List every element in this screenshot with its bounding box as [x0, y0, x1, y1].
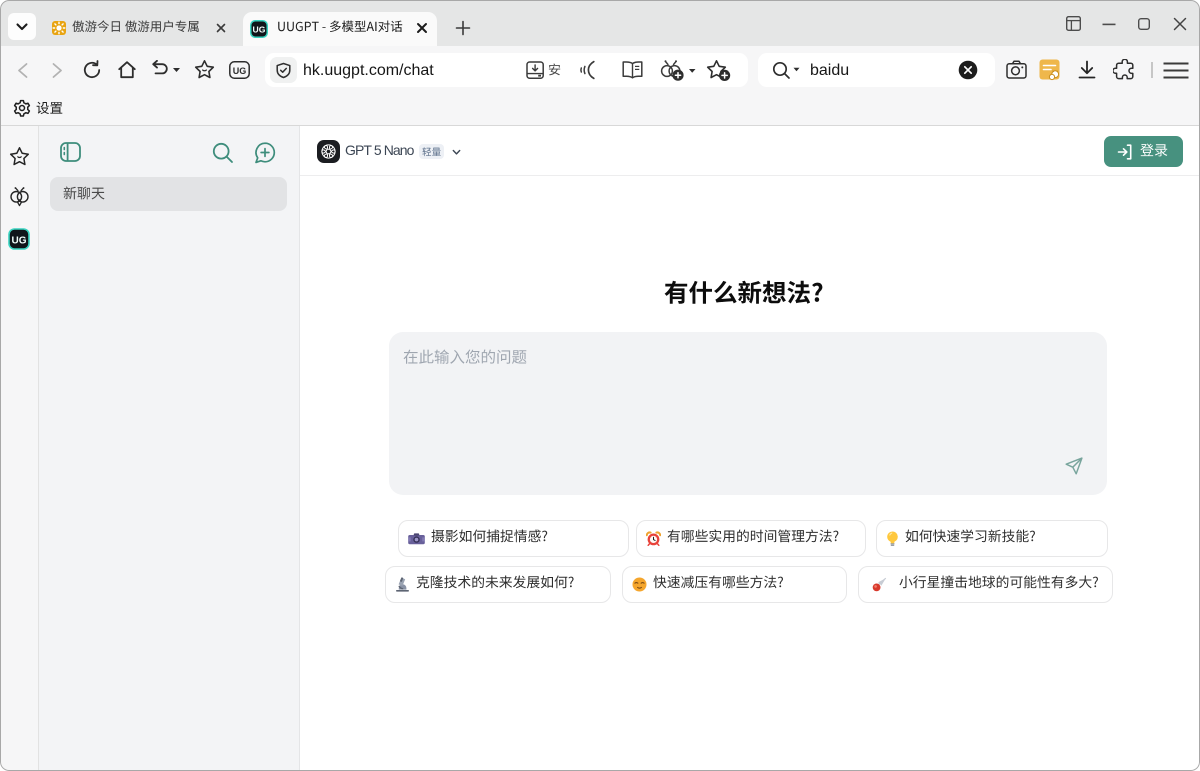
- svg-text:UG: UG: [253, 25, 266, 35]
- svg-text:UG: UG: [12, 235, 27, 246]
- svg-text:UG: UG: [233, 66, 247, 76]
